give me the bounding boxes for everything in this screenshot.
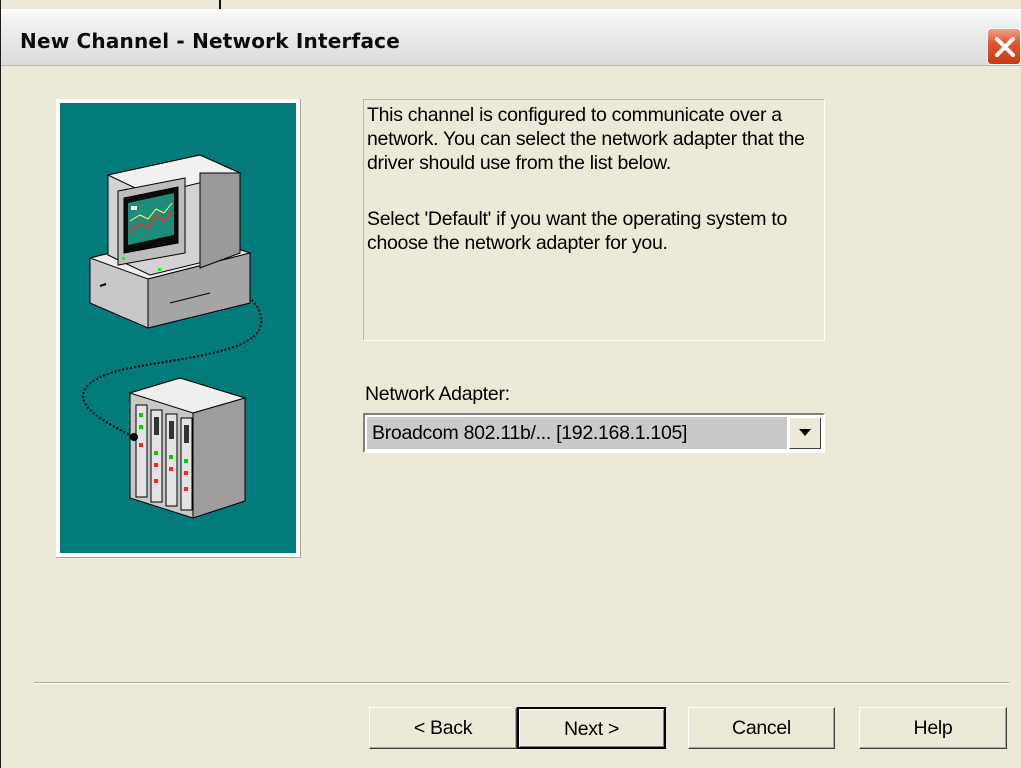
computer-network-device-illustration — [82, 154, 263, 519]
back-button[interactable]: < Back — [369, 707, 517, 749]
edge-artifact — [219, 0, 221, 9]
window-title: New Channel - Network Interface — [20, 29, 400, 53]
title-bar[interactable]: New Channel - Network Interface — [1, 9, 1021, 66]
wizard-illustration — [56, 99, 301, 558]
close-icon — [995, 37, 1015, 57]
dropdown-arrow-button[interactable] — [789, 417, 821, 449]
cancel-button[interactable]: Cancel — [688, 707, 835, 749]
dialog-window: New Channel - Network Interface This cha… — [0, 0, 1021, 768]
close-button[interactable] — [987, 28, 1021, 65]
chevron-down-icon — [799, 429, 811, 436]
next-button[interactable]: Next > — [517, 707, 666, 749]
description-panel: This channel is configured to communicat… — [363, 99, 825, 341]
button-separator — [34, 682, 1009, 684]
help-button[interactable]: Help — [859, 707, 1007, 749]
default-hint-text: Select 'Default' if you want the operati… — [367, 208, 787, 254]
network-adapter-selected-value[interactable]: Broadcom 802.11b/... [192.168.1.105] — [367, 417, 787, 449]
network-adapter-dropdown[interactable]: Broadcom 802.11b/... [192.168.1.105] — [363, 413, 825, 453]
network-adapter-label: Network Adapter: — [365, 383, 510, 405]
description-text: This channel is configured to communicat… — [367, 104, 805, 174]
